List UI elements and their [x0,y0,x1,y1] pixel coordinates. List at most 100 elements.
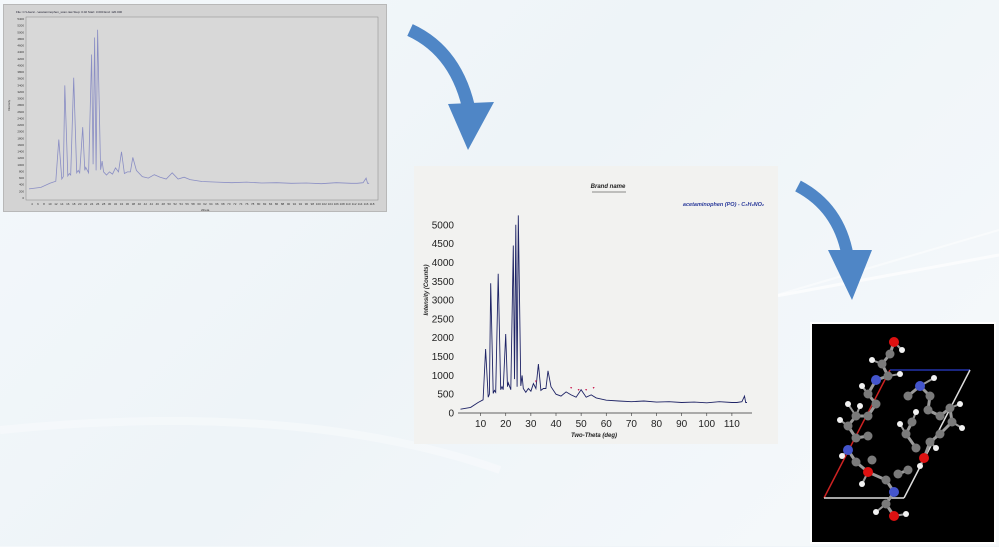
chart-legend: acetaminophen (PO) - C₈H₉NO₂ [683,202,764,208]
hydrogen-atom [931,375,937,381]
carbon-atom [851,433,861,443]
y-tick-label: 1000 [432,371,455,382]
carbon-atom [881,499,891,509]
carbon-atom [877,359,887,369]
raw-x-tick-label: 96 [305,202,309,206]
raw-x-tick-label: 4 [31,202,33,206]
carbon-atom [851,411,861,421]
raw-x-tick-label: 54 [179,202,183,206]
raw-x-tick-label: 64 [209,202,213,206]
y-tick-label: 4500 [432,239,455,250]
raw-y-tick-label: 5200 [17,24,24,28]
peak-marker: ▾ [535,379,537,384]
x-tick-label: 20 [500,419,512,430]
raw-y-tick-label: 4200 [17,57,24,61]
x-axis-title: Two-Theta (deg) [571,433,617,439]
raw-x-tick-label: 42 [144,202,148,206]
raw-diffraction-plot: File: C:\Users\...\acetaminophen_scan.ra… [3,4,387,212]
raw-y-tick-label: 1200 [17,156,24,160]
hydrogen-atom [933,445,939,451]
raw-x-tick-label: 78 [251,202,255,206]
y-tick-label: 5000 [432,220,455,231]
raw-x-tick-label: 48 [162,202,166,206]
y-tick-label: 3000 [432,296,455,307]
nitrogen-atom [871,375,881,385]
x-tick-label: 40 [550,419,562,430]
raw-x-tick-label: 32 [114,202,118,206]
raw-x-tick-label: 46 [156,202,160,206]
raw-y-tick-label: 1800 [17,136,24,140]
raw-x-tick-label: 94 [299,202,303,206]
raw-y-tick-label: 5000 [17,30,24,34]
carbon-atom [881,475,891,485]
carbon-atom [923,405,933,415]
peak-marker: ▾ [570,385,572,390]
raw-x-tick-label: 26 [96,202,100,206]
raw-x-tick-label: 38 [132,202,136,206]
diffraction-chart-svg: Brand name acetaminophen (PO) - C₈H₉NO₂ … [424,184,764,439]
hydrogen-atom [839,453,845,459]
hydrogen-atom [903,511,909,517]
carbon-atom [907,417,917,427]
carbon-atom [911,443,921,453]
arrow-icon [407,24,494,150]
carbon-atom [843,421,853,431]
x-tick-label: 60 [601,419,613,430]
raw-plot-x-ticks: 4 6 8 10 12 14 16 18 20 22 24 26 28 30 32 34 36 38 40 42 44 4… [31,202,375,206]
raw-x-tick-label: 70 [227,202,231,206]
raw-x-tick-label: 16 [66,202,70,206]
hydrogen-atom [837,417,843,423]
hydrogen-atom [897,421,903,427]
raw-x-tick-label: 56 [185,202,189,206]
raw-x-tick-label: 106 [334,202,339,206]
raw-plot-ylabel: Intensity [7,99,11,111]
x-tick-label: 50 [576,419,588,430]
chart-title: Brand name [591,184,626,190]
raw-plot-area [25,16,379,201]
y-tick-label: 0 [448,409,454,420]
hydrogen-atom [869,357,875,363]
raw-x-tick-label: 104 [328,202,333,206]
crystal-structure-image [810,322,996,544]
raw-plot-header: File: C:\Users\...\acetaminophen_scan.ra… [16,10,122,14]
raw-y-tick-label: 800 [19,169,24,173]
carbon-atom [903,465,913,475]
oxygen-atom [919,453,929,463]
raw-y-tick-label: 3000 [17,97,24,101]
raw-x-tick-label: 76 [245,202,249,206]
x-tick-label: 90 [676,419,688,430]
nitrogen-atom [889,487,899,497]
raw-y-tick-label: 2800 [17,103,24,107]
raw-x-tick-label: 116 [364,202,369,206]
raw-x-tick-label: 114 [358,202,363,206]
carbon-atom [935,411,945,421]
nitrogen-atom [843,445,853,455]
x-tick-label: 70 [626,419,638,430]
raw-y-tick-label: 3800 [17,70,24,74]
y-axis-title: Intensity (Counts) [424,265,430,316]
hydrogen-atom [857,403,863,409]
y-tick-label: 4000 [432,258,455,269]
raw-x-tick-label: 36 [126,202,130,206]
hydrogen-atom [873,509,879,515]
diffraction-chart: Brand name acetaminophen (PO) - C₈H₉NO₂ … [414,166,778,444]
oxygen-atom [863,467,873,477]
raw-y-tick-label: 3600 [17,77,24,81]
raw-x-tick-label: 112 [352,202,357,206]
hydrogen-atom [845,401,851,407]
raw-x-tick-label: 74 [239,202,243,206]
x-tick-label: 100 [698,419,715,430]
carbon-atom [947,417,957,427]
hydrogen-atom [897,371,903,377]
nitrogen-atom [915,381,925,391]
carbon-atom [863,411,873,421]
carbon-atom [945,403,955,413]
carbon-atom [851,457,861,467]
raw-y-tick-label: 2600 [17,110,24,114]
raw-x-tick-label: 20 [78,202,82,206]
raw-x-tick-label: 8 [43,202,45,206]
raw-x-tick-label: 60 [197,202,201,206]
raw-plot-y-ticks: 0 200 400 600 800 1000 1200 1400 1600 1800 2000 220… [17,17,24,200]
oxygen-atom [889,511,899,521]
carbon-atom [885,349,895,359]
